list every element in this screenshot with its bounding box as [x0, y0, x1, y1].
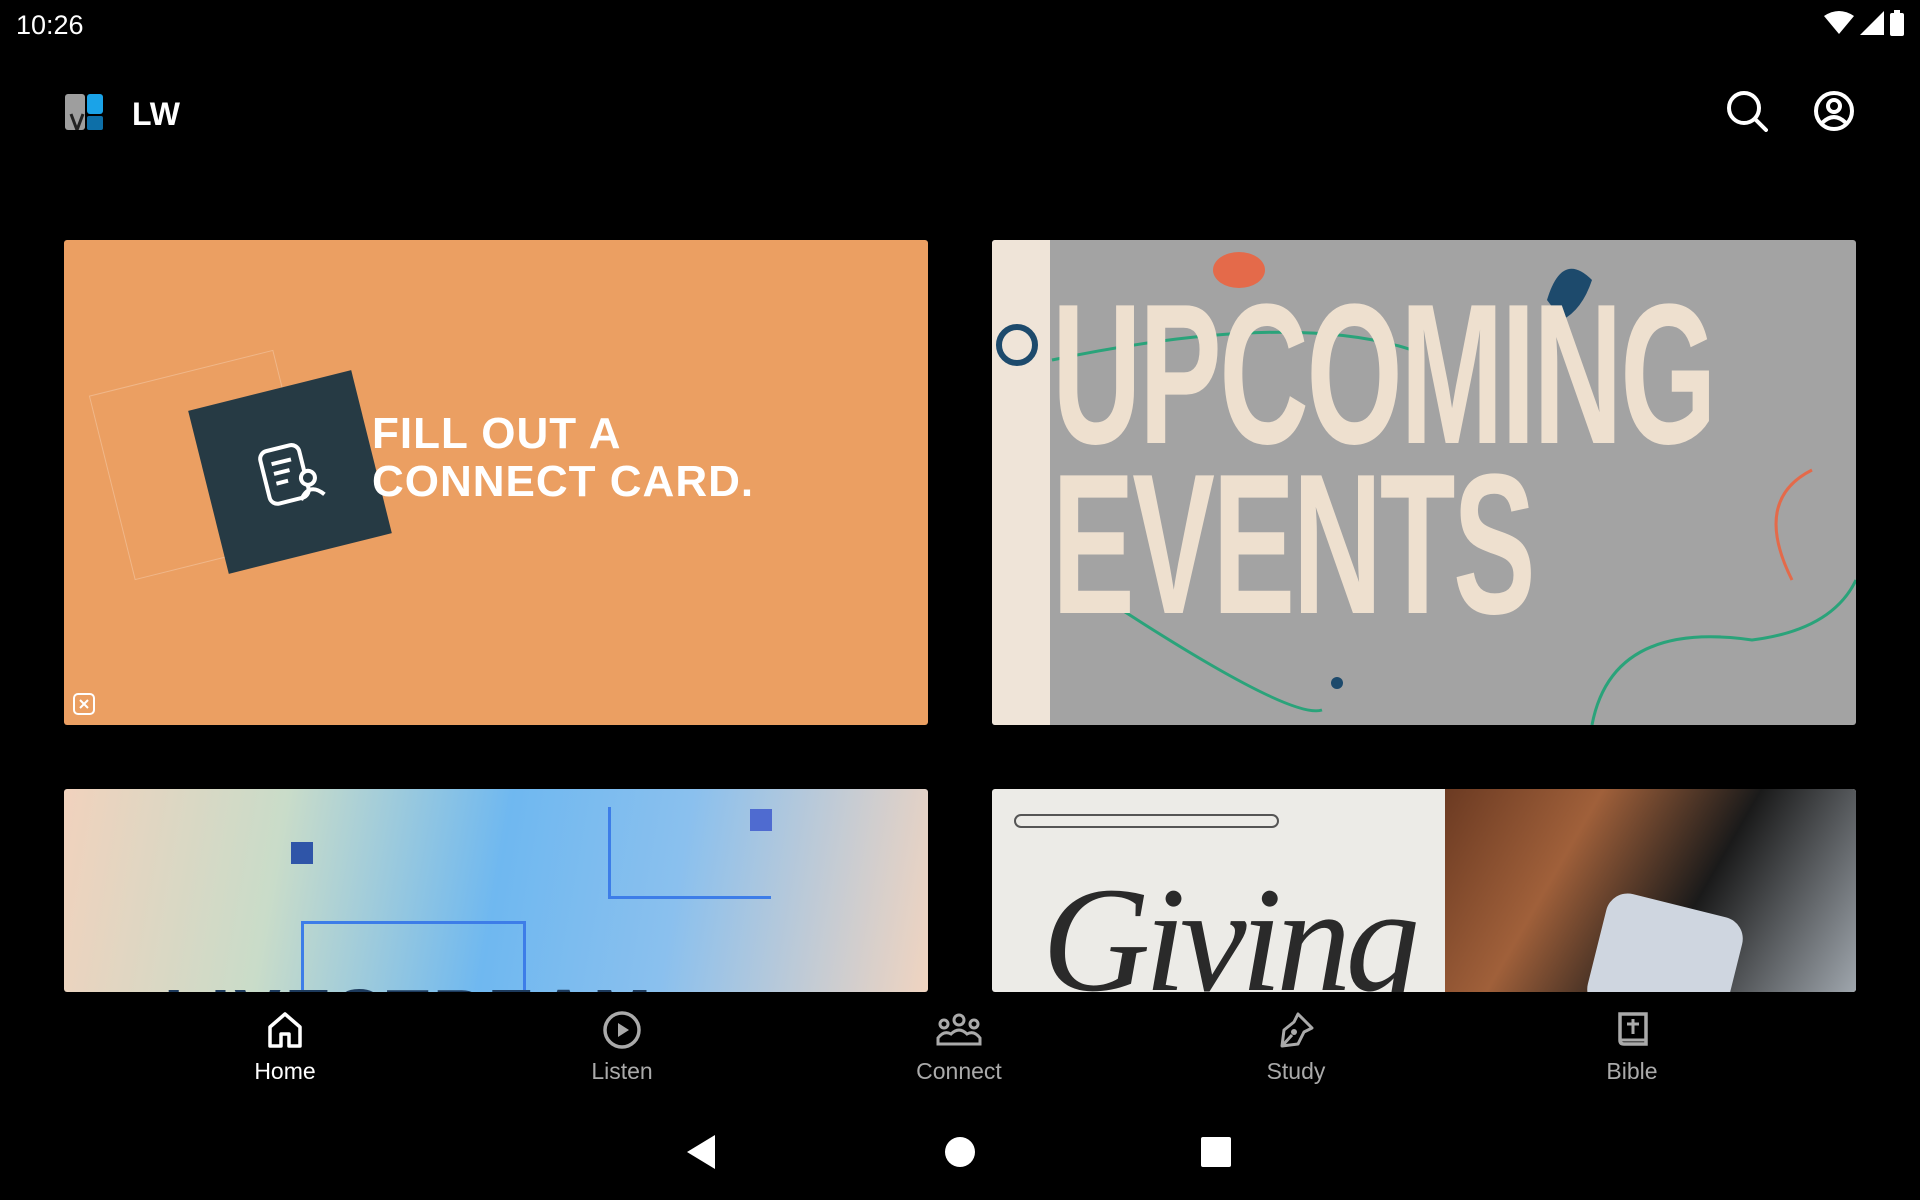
bible-icon [1618, 1012, 1648, 1046]
connect-card-banner[interactable]: FILL OUT A CONNECT CARD. [64, 240, 928, 725]
nav-home[interactable]: Home [185, 1010, 385, 1085]
status-time: 10:26 [16, 10, 84, 40]
upcoming-events-banner[interactable]: UPCOMING EVENTS [992, 240, 1856, 725]
phone-image [1582, 888, 1748, 992]
status-icons [1824, 10, 1904, 36]
bottom-navigation: Home Listen Connect Study Bible [0, 1000, 1920, 1100]
account-circle-icon [1814, 91, 1854, 131]
play-circle-icon [603, 1011, 641, 1049]
wifi-icon [1824, 11, 1854, 34]
groups-icon [936, 1013, 982, 1046]
nav-label: Connect [916, 1058, 1002, 1084]
giving-photo [1445, 789, 1856, 992]
signal-icon [1860, 11, 1884, 35]
nav-listen[interactable]: Listen [522, 1010, 722, 1085]
decorative-square [291, 842, 313, 864]
nav-study[interactable]: Study [1196, 1010, 1396, 1085]
livestream-banner[interactable]: LIVESTREAM [64, 789, 928, 992]
close-small-icon [73, 693, 95, 715]
nav-label: Study [1266, 1058, 1326, 1084]
app-title: LW [132, 96, 180, 132]
system-back-button[interactable] [680, 1130, 724, 1174]
pen-icon [1280, 1012, 1314, 1048]
nav-bible[interactable]: Bible [1532, 1010, 1732, 1085]
home-circle-icon [945, 1137, 975, 1167]
recents-icon [1201, 1137, 1231, 1167]
system-home-button[interactable] [938, 1130, 982, 1174]
lw-logo [65, 94, 103, 135]
search-icon [1727, 91, 1768, 132]
headline-line-1: FILL OUT A [372, 409, 622, 458]
search-button[interactable] [1724, 88, 1770, 134]
decorative-frame [608, 807, 771, 899]
giving-banner[interactable]: Giving [992, 789, 1856, 992]
nav-label: Bible [1606, 1058, 1658, 1084]
account-button[interactable] [1811, 88, 1857, 134]
home-icon [268, 1012, 302, 1048]
nav-label: Home [254, 1058, 316, 1084]
back-icon [687, 1135, 715, 1169]
nav-connect[interactable]: Connect [859, 1010, 1059, 1085]
connect-card-headline: FILL OUT A CONNECT CARD. [372, 410, 872, 506]
headline-line-2: CONNECT CARD. [372, 457, 755, 506]
giving-headline: Giving [1042, 857, 1420, 992]
nav-label: Listen [591, 1058, 653, 1084]
upcoming-events-headline: UPCOMING EVENTS [1052, 275, 1717, 645]
decorative-pill [1014, 814, 1279, 828]
livestream-headline: LIVESTREAM [164, 974, 655, 992]
system-recents-button[interactable] [1194, 1130, 1238, 1174]
battery-icon [1890, 10, 1904, 36]
contact-form-icon [258, 443, 326, 506]
